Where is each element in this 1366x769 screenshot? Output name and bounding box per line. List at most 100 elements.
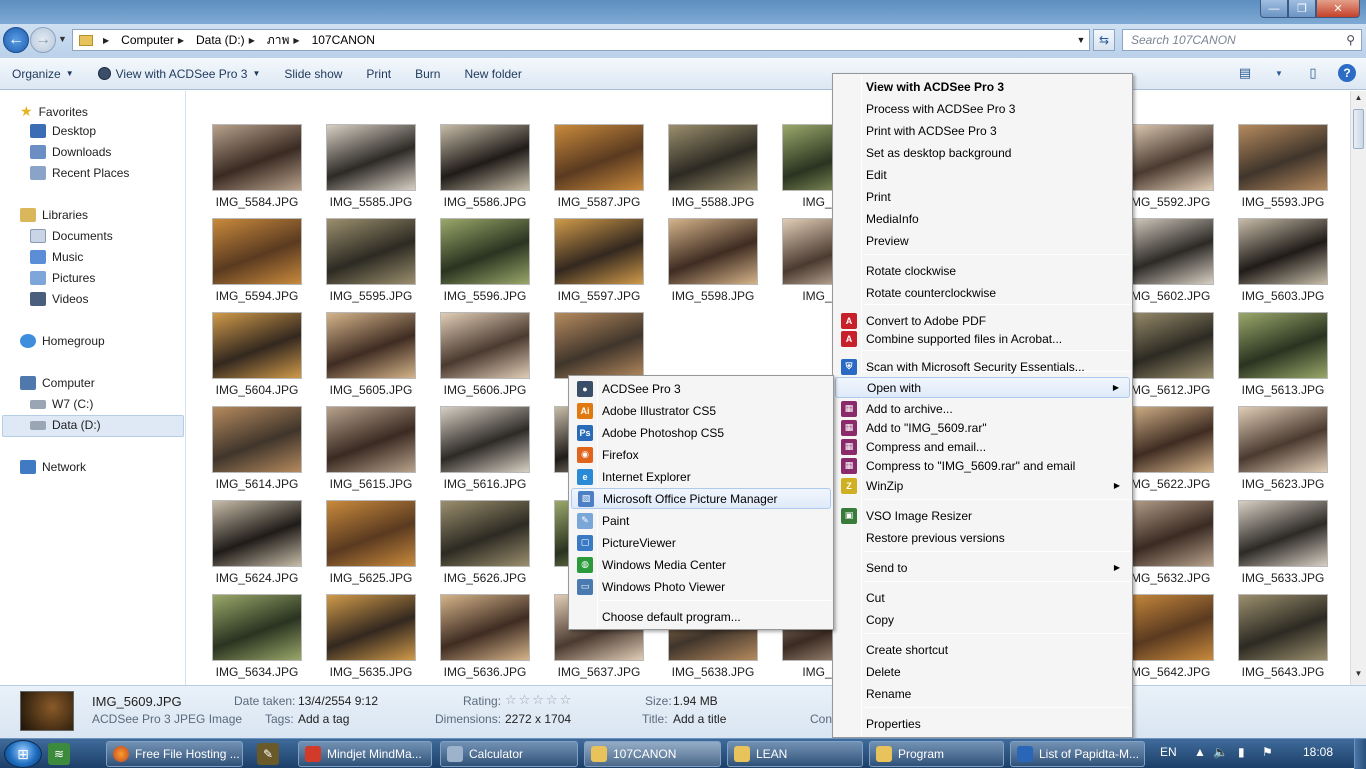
- nav-downloads[interactable]: Downloads: [30, 145, 111, 159]
- nav-documents[interactable]: Documents: [30, 229, 113, 243]
- volume-icon[interactable]: 🔈: [1213, 745, 1228, 759]
- file-thumbnail[interactable]: IMG_5636.JPG: [435, 594, 535, 684]
- address-dropdown-button[interactable]: ▼: [1073, 35, 1089, 45]
- breadcrumb-data[interactable]: Data (D:) ▶: [196, 33, 263, 47]
- context-menu-item[interactable]: Print: [835, 186, 1130, 207]
- context-menu-item[interactable]: Cut: [835, 587, 1130, 608]
- file-thumbnail[interactable]: IMG_5595.JPG: [321, 218, 421, 308]
- file-thumbnail[interactable]: IMG_5626.JPG: [435, 500, 535, 590]
- nav-pictures[interactable]: Pictures: [30, 271, 95, 285]
- open-with-item[interactable]: Choose default program...: [571, 606, 831, 627]
- slide-show-button[interactable]: Slide show: [272, 67, 354, 81]
- address-bar[interactable]: ▶ Computer ▶ Data (D:) ▶ ภาพ ▶ 107CANON ▼: [72, 29, 1090, 51]
- open-with-item[interactable]: ▭ Windows Photo Viewer: [571, 576, 831, 597]
- context-menu-item[interactable]: Restore previous versions: [835, 527, 1130, 548]
- context-menu-item[interactable]: ⛨ Scan with Microsoft Security Essentials…: [835, 356, 1130, 377]
- context-menu-item[interactable]: Copy: [835, 609, 1130, 630]
- file-thumbnail[interactable]: IMG_5586.JPG: [435, 124, 535, 214]
- context-menu-item[interactable]: View with ACDSee Pro 3: [835, 76, 1130, 97]
- chevron-right-icon[interactable]: ▶: [293, 36, 299, 45]
- vertical-scrollbar[interactable]: ▲ ▼: [1350, 91, 1366, 685]
- task-lean[interactable]: LEAN: [727, 741, 863, 767]
- refresh-button[interactable]: ⇆: [1093, 29, 1115, 51]
- context-menu-item[interactable]: Delete: [835, 661, 1130, 682]
- context-menu-item[interactable]: ▦ Add to archive...: [835, 398, 1130, 419]
- scroll-down-arrow[interactable]: ▼: [1351, 669, 1366, 683]
- file-thumbnail[interactable]: IMG_5613.JPG: [1233, 312, 1333, 402]
- open-with-item[interactable]: e Internet Explorer: [571, 466, 831, 487]
- breadcrumb-107canon[interactable]: 107CANON: [312, 33, 375, 47]
- nav-libraries[interactable]: Libraries: [20, 208, 88, 222]
- show-desktop-button[interactable]: [1354, 739, 1366, 769]
- quicklaunch-icon[interactable]: ✎: [257, 743, 279, 765]
- open-with-item[interactable]: Ps Adobe Photoshop CS5: [571, 422, 831, 443]
- open-with-item[interactable]: ▧ Microsoft Office Picture Manager: [571, 488, 831, 509]
- context-menu-item[interactable]: Process with ACDSee Pro 3: [835, 98, 1130, 119]
- file-thumbnail[interactable]: IMG_5622.JPG: [1119, 406, 1219, 496]
- context-menu-item[interactable]: Print with ACDSee Pro 3: [835, 120, 1130, 141]
- context-menu-item[interactable]: Z WinZip ▶: [835, 475, 1130, 496]
- open-with-item[interactable]: ▢ PictureViewer: [571, 532, 831, 553]
- preview-pane-icon[interactable]: ▯: [1304, 64, 1322, 82]
- burn-button[interactable]: Burn: [403, 67, 452, 81]
- nav-videos[interactable]: Videos: [30, 292, 88, 306]
- context-menu-item[interactable]: ▦ Compress to "IMG_5609.rar" and email: [835, 455, 1130, 476]
- file-thumbnail[interactable]: IMG_5602.JPG: [1119, 218, 1219, 308]
- file-thumbnail[interactable]: IMG_5612.JPG: [1119, 312, 1219, 402]
- print-button[interactable]: Print: [354, 67, 403, 81]
- context-menu-item[interactable]: Set as desktop background: [835, 142, 1130, 163]
- nav-homegroup[interactable]: Homegroup: [20, 334, 105, 348]
- file-thumbnail[interactable]: IMG_5588.JPG: [663, 124, 763, 214]
- quicklaunch-icon[interactable]: ≋: [48, 743, 70, 765]
- chevron-right-icon[interactable]: ▶: [178, 36, 184, 45]
- context-menu-item[interactable]: A Combine supported files in Acrobat...: [835, 328, 1130, 349]
- file-thumbnail[interactable]: IMG_5634.JPG: [207, 594, 307, 684]
- nav-recent-places[interactable]: Recent Places: [30, 166, 129, 180]
- network-tray-icon[interactable]: ▮: [1238, 745, 1245, 759]
- file-thumbnail[interactable]: IMG_5615.JPG: [321, 406, 421, 496]
- task-calculator[interactable]: Calculator: [440, 741, 578, 767]
- file-thumbnail[interactable]: IMG_5592.JPG: [1119, 124, 1219, 214]
- file-thumbnail[interactable]: IMG_5593.JPG: [1233, 124, 1333, 214]
- file-thumbnail[interactable]: IMG_5632.JPG: [1119, 500, 1219, 590]
- help-icon[interactable]: ?: [1338, 64, 1356, 82]
- context-menu-item[interactable]: Send to ▶: [835, 557, 1130, 578]
- file-thumbnail[interactable]: IMG_5604.JPG: [207, 312, 307, 402]
- context-menu-item[interactable]: Rename: [835, 683, 1130, 704]
- open-with-item[interactable]: ◍ Windows Media Center: [571, 554, 831, 575]
- open-with-item[interactable]: ◉ Firefox: [571, 444, 831, 465]
- open-with-item[interactable]: ✎ Paint: [571, 510, 831, 531]
- nav-network[interactable]: Network: [20, 460, 86, 474]
- context-menu-item[interactable]: MediaInfo: [835, 208, 1130, 229]
- nav-drive-c[interactable]: W7 (C:): [30, 397, 93, 411]
- context-menu-item[interactable]: Edit: [835, 164, 1130, 185]
- file-thumbnail[interactable]: IMG_5642.JPG: [1119, 594, 1219, 684]
- file-thumbnail[interactable]: IMG_5587.JPG: [549, 124, 649, 214]
- clock[interactable]: 18:08: [1303, 745, 1333, 759]
- nav-desktop[interactable]: Desktop: [30, 124, 96, 138]
- change-view-icon[interactable]: ▤: [1236, 64, 1254, 82]
- nav-drive-d[interactable]: Data (D:): [30, 418, 101, 432]
- context-menu-item[interactable]: Properties: [835, 713, 1130, 734]
- context-menu-item[interactable]: Create shortcut: [835, 639, 1130, 660]
- start-button[interactable]: ⊞: [4, 740, 42, 768]
- scroll-up-arrow[interactable]: ▲: [1351, 93, 1366, 107]
- context-menu-item[interactable]: Preview: [835, 230, 1130, 251]
- close-button[interactable]: ✕: [1316, 0, 1360, 18]
- back-button[interactable]: ←: [3, 27, 29, 53]
- scroll-thumb[interactable]: [1353, 109, 1364, 149]
- open-with-item[interactable]: ● ACDSee Pro 3: [571, 378, 831, 399]
- minimize-button[interactable]: —: [1260, 0, 1288, 18]
- rating-stars[interactable]: ☆☆☆☆☆: [505, 692, 573, 708]
- organize-button[interactable]: Organize ▼: [0, 67, 86, 81]
- file-thumbnail[interactable]: IMG_5633.JPG: [1233, 500, 1333, 590]
- tray-arrow-icon[interactable]: ▲: [1194, 745, 1206, 759]
- file-thumbnail[interactable]: IMG_5598.JPG: [663, 218, 763, 308]
- file-thumbnail[interactable]: IMG_5624.JPG: [207, 500, 307, 590]
- maximize-button[interactable]: ❐: [1288, 0, 1316, 18]
- file-thumbnail[interactable]: IMG_5625.JPG: [321, 500, 421, 590]
- file-thumbnail[interactable]: IMG_5596.JPG: [435, 218, 535, 308]
- file-thumbnail[interactable]: IMG_5643.JPG: [1233, 594, 1333, 684]
- file-thumbnail[interactable]: IMG_5635.JPG: [321, 594, 421, 684]
- title-value[interactable]: Add a title: [673, 712, 726, 726]
